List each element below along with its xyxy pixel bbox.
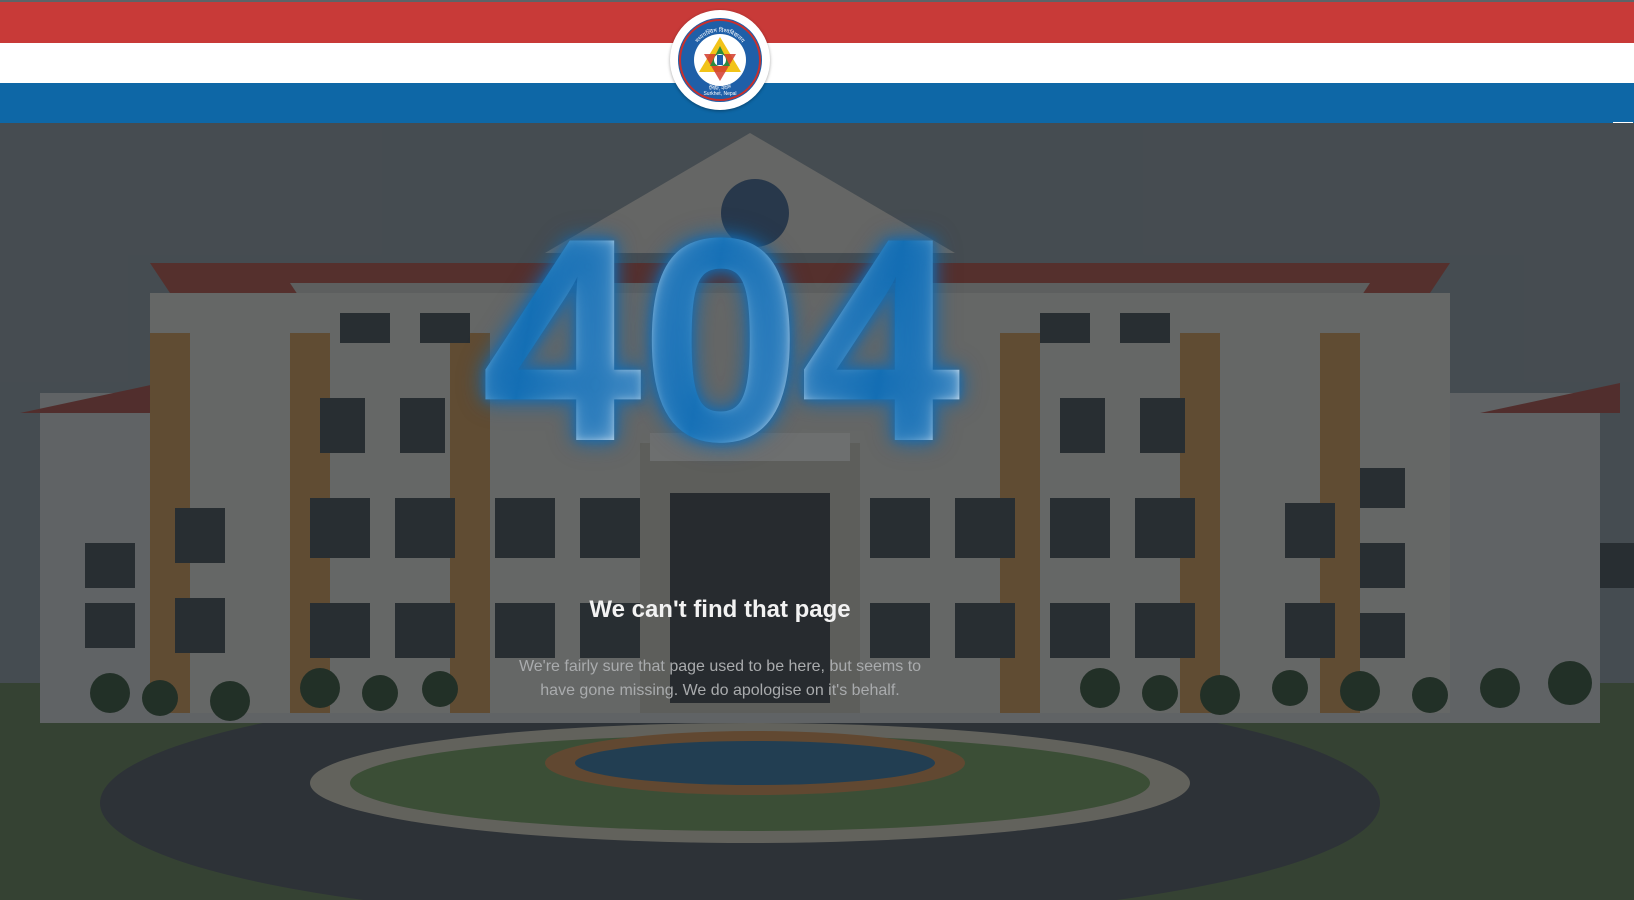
error-title: We can't find that page: [589, 596, 851, 623]
header-stripe-white: [0, 43, 1634, 83]
error-code: 404: [400, 190, 1040, 490]
site-header: मध्यपश्चिम विश्वविद्यालय Mid-West Univer…: [0, 0, 1634, 124]
error-message: We're fairly sure that page used to be h…: [518, 658, 922, 699]
university-logo[interactable]: मध्यपश्चिम विश्वविद्यालय Mid-West Univer…: [670, 10, 770, 110]
header-stripe-blue: [0, 83, 1634, 123]
header-stripe-red: [0, 2, 1634, 43]
university-seal-icon: मध्यपश्चिम विश्वविद्यालय Mid-West Univer…: [678, 18, 762, 102]
seal-text-bottom: Surkhet, Nepal: [703, 91, 736, 97]
